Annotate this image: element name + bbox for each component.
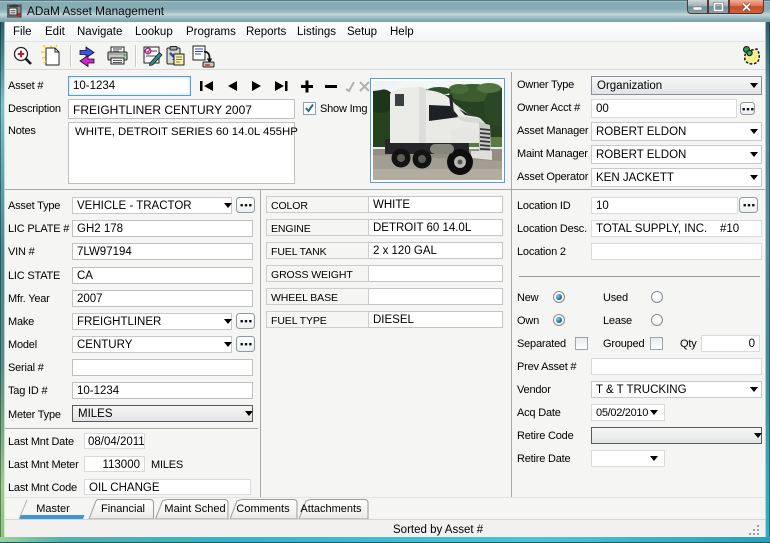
svg-text:Financial: Financial <box>101 503 145 515</box>
svg-text:Comments: Comments <box>236 503 290 515</box>
svg-text:Attachments: Attachments <box>300 503 362 515</box>
svg-text:Master: Master <box>36 503 70 515</box>
svg-text:Maint Sched: Maint Sched <box>164 503 225 515</box>
